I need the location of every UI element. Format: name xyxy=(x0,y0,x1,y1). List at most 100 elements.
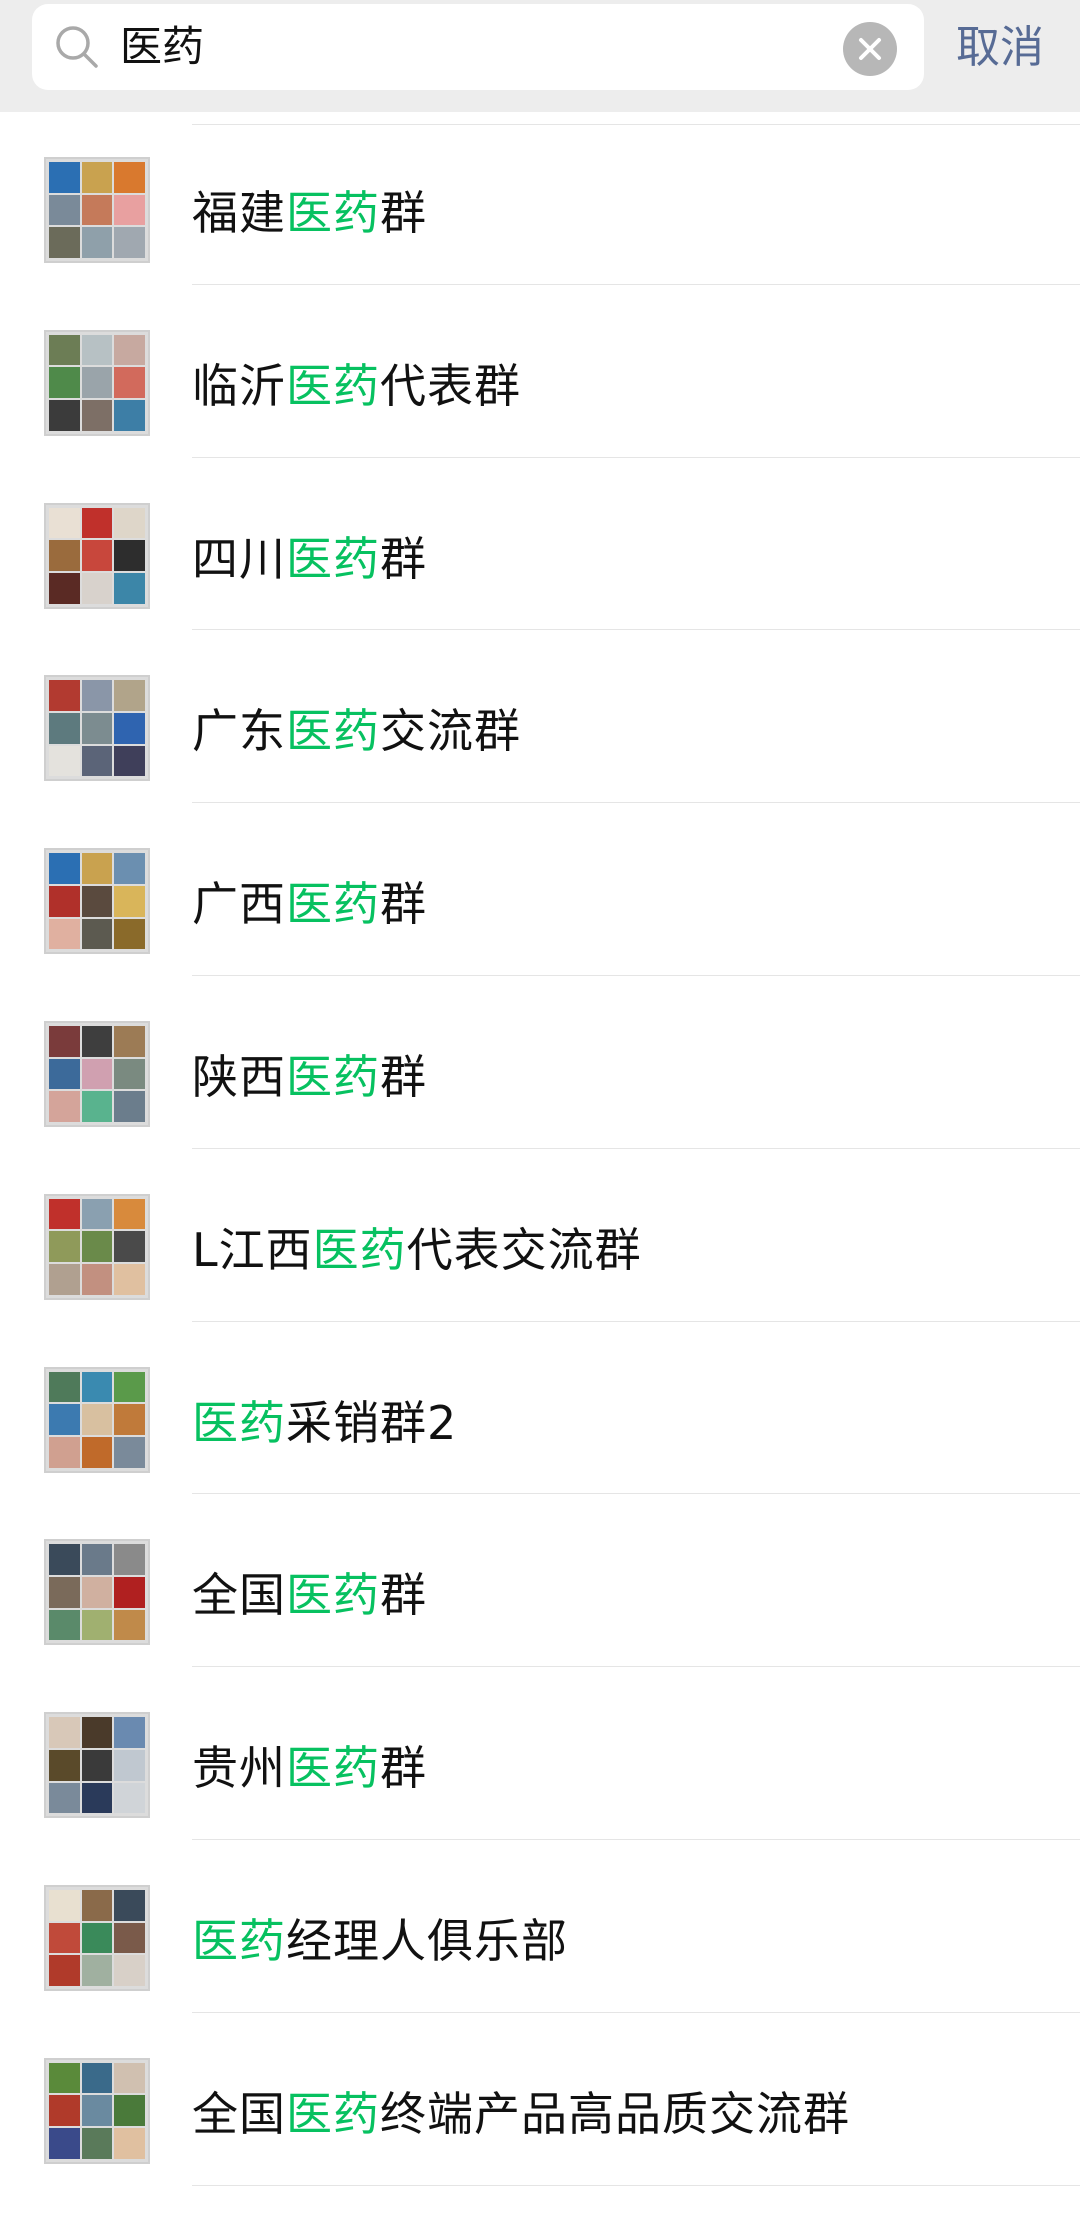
group-name: 医药经理人俱乐部 xyxy=(192,1905,568,1971)
avatar-tile xyxy=(114,1404,145,1435)
group-result-row[interactable]: 广西医药群 xyxy=(0,803,1080,976)
group-result-row[interactable]: 广东医药交流群 xyxy=(0,630,1080,804)
avatar-tile xyxy=(49,1231,80,1263)
avatar-tile xyxy=(81,1091,113,1122)
avatar-tile xyxy=(49,367,80,399)
avatar-tile xyxy=(49,713,80,744)
avatar-tile xyxy=(81,1264,113,1295)
group-name-prefix: 贵州 xyxy=(192,1741,286,1796)
avatar-tile xyxy=(49,400,80,431)
search-input[interactable]: 医药 xyxy=(32,4,924,90)
avatar-tile xyxy=(49,227,80,258)
group-name: 陕西医药群 xyxy=(192,1041,427,1107)
group-avatar xyxy=(44,329,150,436)
avatar-tile xyxy=(49,918,80,950)
group-name-suffix: 群 xyxy=(380,877,427,932)
group-result-row[interactable]: 医药经理人俱乐部 xyxy=(0,1840,1080,2013)
avatar-tile xyxy=(81,334,113,366)
group-name: 全国医药终端产品高品质交流群 xyxy=(192,2078,850,2144)
avatar-tile xyxy=(81,918,113,950)
avatar-tile xyxy=(81,400,113,431)
search-results-list: 福建医药群 临沂医药代表群 四川医药群 广东医药交流群 广西医药群 陕西医药群 L江西医药代… xyxy=(0,112,1080,2186)
avatar-tile xyxy=(114,367,145,399)
avatar-tile xyxy=(114,540,145,571)
group-result-row[interactable]: 贵州医药群 xyxy=(0,1667,1080,1840)
avatar-tile xyxy=(114,713,145,744)
group-name-match: 医药 xyxy=(286,531,380,586)
avatar-tile xyxy=(81,853,113,884)
group-name: 广东医药交流群 xyxy=(192,695,521,761)
avatar-tile xyxy=(81,1955,113,1986)
clear-search-button[interactable] xyxy=(843,22,897,76)
avatar-tile xyxy=(49,162,80,193)
avatar-tile xyxy=(114,1609,145,1641)
avatar-tile xyxy=(114,1058,145,1090)
avatar-tile xyxy=(81,1371,113,1403)
avatar-tile xyxy=(114,1955,145,1986)
group-result-row[interactable]: 全国医药群 xyxy=(0,1494,1080,1668)
avatar-tile xyxy=(81,2128,113,2159)
avatar-tile xyxy=(114,572,145,604)
group-name: 临沂医药代表群 xyxy=(192,350,521,416)
avatar-tile xyxy=(49,1091,80,1122)
group-name-prefix: 广西 xyxy=(192,877,286,932)
group-name: 医药采销群2 xyxy=(192,1387,457,1453)
avatar-tile xyxy=(114,400,145,431)
group-avatar xyxy=(44,1712,150,1819)
group-avatar xyxy=(44,157,150,263)
group-avatar xyxy=(44,1193,150,1300)
avatar-tile xyxy=(81,572,113,604)
avatar-tile xyxy=(49,540,80,571)
group-result-row[interactable]: 陕西医药群 xyxy=(0,976,1080,1149)
search-query-text[interactable]: 医药 xyxy=(120,4,204,90)
group-name-suffix: 交流群 xyxy=(380,704,521,759)
avatar-tile xyxy=(114,1371,145,1403)
group-result-row[interactable]: 四川医药群 xyxy=(0,458,1080,631)
avatar-tile xyxy=(114,1198,145,1230)
avatar-tile xyxy=(49,1404,80,1435)
avatar-tile xyxy=(114,1749,145,1781)
avatar-tile xyxy=(49,745,80,777)
group-name-suffix: 代表群 xyxy=(380,358,521,413)
group-avatar xyxy=(44,2057,150,2164)
avatar-tile xyxy=(81,2095,113,2127)
avatar-tile xyxy=(81,885,113,917)
avatar-tile xyxy=(114,1091,145,1122)
group-name: 四川医药群 xyxy=(192,523,427,589)
group-result-row[interactable]: 医药采销群2 xyxy=(0,1322,1080,1495)
avatar-tile xyxy=(114,1544,145,1576)
group-name-match: 医药 xyxy=(286,1741,380,1796)
avatar-tile xyxy=(114,918,145,950)
group-name-suffix: 群 xyxy=(380,1568,427,1623)
group-name-match: 医药 xyxy=(192,1395,286,1450)
avatar-tile xyxy=(114,1922,145,1954)
group-name-match: 医药 xyxy=(286,704,380,759)
avatar-tile xyxy=(114,885,145,917)
avatar-tile xyxy=(81,1436,113,1468)
avatar-tile xyxy=(114,194,145,226)
group-name-prefix: 临沂 xyxy=(192,358,286,413)
group-result-row[interactable]: 临沂医药代表群 xyxy=(0,285,1080,458)
avatar-tile xyxy=(49,334,80,366)
avatar-tile xyxy=(81,680,113,712)
group-name-prefix: 陕西 xyxy=(192,1049,286,1104)
group-result-row[interactable]: 福建医药群 xyxy=(0,112,1080,285)
group-name-match: 医药 xyxy=(286,186,380,240)
avatar-tile xyxy=(114,2128,145,2159)
group-name-suffix: 采销群2 xyxy=(286,1395,458,1450)
group-name: 贵州医药群 xyxy=(192,1732,427,1798)
avatar-tile xyxy=(49,194,80,226)
search-icon xyxy=(56,26,98,68)
avatar-tile xyxy=(49,1058,80,1090)
cancel-button[interactable]: 取消 xyxy=(956,0,1044,96)
group-result-row[interactable]: L江西医药代表交流群 xyxy=(0,1149,1080,1322)
avatar-tile xyxy=(114,680,145,712)
avatar-tile xyxy=(81,1404,113,1435)
group-avatar xyxy=(44,675,150,782)
avatar-tile xyxy=(49,1889,80,1921)
group-result-row[interactable]: 全国医药终端产品高品质交流群 xyxy=(0,2013,1080,2186)
avatar-tile xyxy=(114,1025,145,1057)
avatar-tile xyxy=(81,1231,113,1263)
avatar-tile xyxy=(81,1609,113,1641)
group-name-match: 医药 xyxy=(286,2086,380,2141)
